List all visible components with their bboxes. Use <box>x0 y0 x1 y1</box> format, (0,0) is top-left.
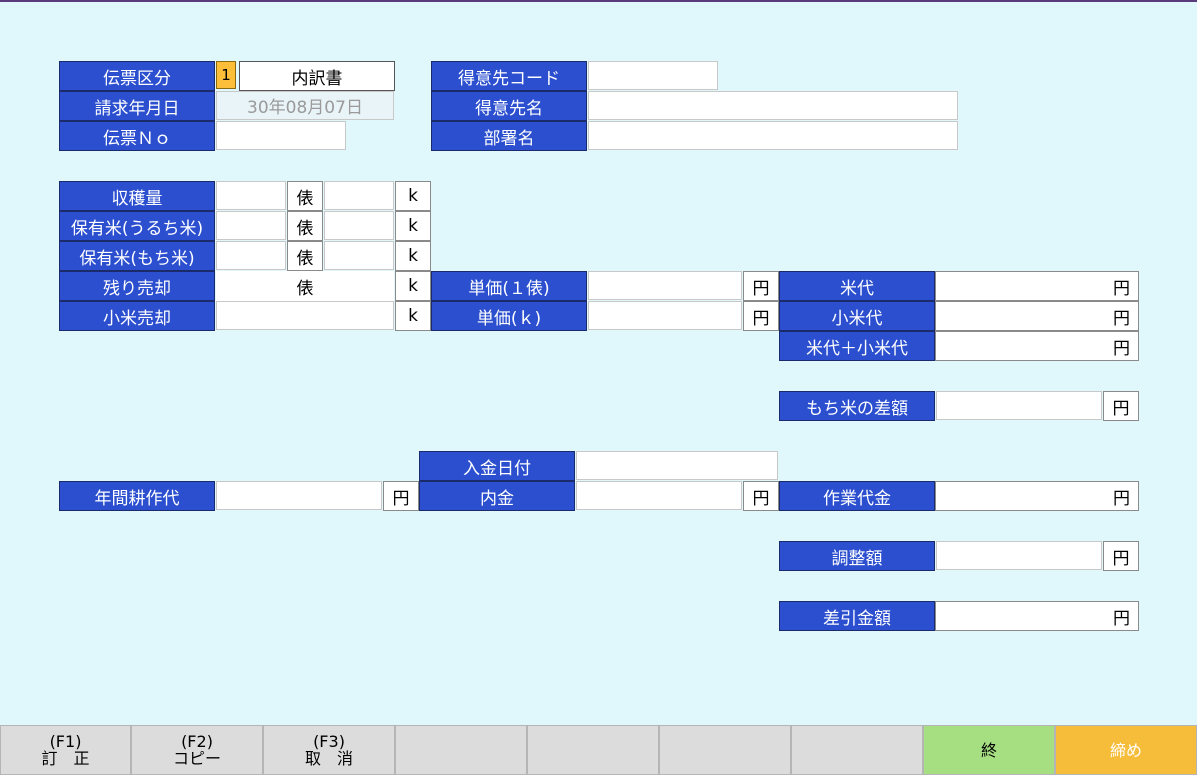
slip-no-label: 伝票Ｎｏ <box>59 121 215 151</box>
slip-type-code-input[interactable]: 1 <box>216 61 236 89</box>
advance-input[interactable] <box>576 481 742 510</box>
f3-key-label: (F3) <box>313 732 345 751</box>
advance-yen: 円 <box>743 481 779 511</box>
harvest-bag-input[interactable] <box>216 181 286 210</box>
small-rice-fee-value: 円 <box>935 301 1139 331</box>
close-button-label: 締め <box>1109 740 1142 760</box>
billing-date-label: 請求年月日 <box>59 91 215 121</box>
remaining-bag-unit: 俵 <box>216 271 394 301</box>
function-key-bar: (F1) 訂 正 (F2) コピー (F3) 取 消 終 締め <box>0 725 1197 775</box>
f4-empty-button[interactable] <box>395 725 527 775</box>
harvest-label: 収穫量 <box>59 181 215 211</box>
small-rice-fee-label: 小米代 <box>779 301 935 331</box>
unit-price-bag-label: 単価(１俵) <box>431 271 587 301</box>
remaining-sale-label: 残り売却 <box>59 271 215 301</box>
department-input[interactable] <box>588 121 958 150</box>
unit-price-k-yen: 円 <box>743 301 779 331</box>
small-rice-k-unit: k <box>395 301 431 331</box>
customer-name-input[interactable] <box>588 91 958 120</box>
f6-empty-button[interactable] <box>659 725 791 775</box>
f2-copy-button[interactable]: (F2) コピー <box>131 725 263 775</box>
harvest-bag-unit: 俵 <box>287 181 323 211</box>
uruchi-k-input[interactable] <box>324 211 394 240</box>
small-rice-sale-label: 小米売却 <box>59 301 215 331</box>
annual-farming-yen: 円 <box>383 481 419 511</box>
rice-plus-small-value: 円 <box>935 331 1139 361</box>
annual-farming-label: 年間耕作代 <box>59 481 215 511</box>
net-amount-value: 円 <box>935 601 1139 631</box>
rice-plus-small-label: 米代＋小米代 <box>779 331 935 361</box>
end-button[interactable]: 終 <box>923 725 1055 775</box>
harvest-k-unit: k <box>395 181 431 211</box>
billing-date-input[interactable]: 30年08月07日 <box>216 91 394 120</box>
f1-correct-button[interactable]: (F1) 訂 正 <box>0 725 131 775</box>
customer-name-label: 得意先名 <box>431 91 587 121</box>
rice-fee-label: 米代 <box>779 271 935 301</box>
annual-farming-input[interactable] <box>216 481 382 510</box>
end-button-label: 終 <box>980 740 997 760</box>
work-fee-value: 円 <box>935 481 1139 511</box>
f3-action-label: 取 消 <box>304 749 353 768</box>
f3-cancel-button[interactable]: (F3) 取 消 <box>263 725 395 775</box>
uruchi-rice-label: 保有米(うるち米) <box>59 211 215 241</box>
adjustment-yen: 円 <box>1103 541 1139 571</box>
mochi-diff-input[interactable] <box>936 391 1102 420</box>
f1-key-label: (F1) <box>49 732 82 751</box>
window-top-border <box>0 0 1197 2</box>
small-rice-sale-input[interactable] <box>216 301 394 330</box>
f2-key-label: (F2) <box>181 732 213 751</box>
deposit-date-input[interactable] <box>576 451 778 480</box>
slip-no-input[interactable] <box>216 121 346 150</box>
mochi-diff-label: もち米の差額 <box>779 391 935 421</box>
mochi-k-unit: k <box>395 241 431 271</box>
rice-fee-value: 円 <box>935 271 1139 301</box>
unit-price-k-label: 単価(ｋ) <box>431 301 587 331</box>
adjustment-label: 調整額 <box>779 541 935 571</box>
unit-price-bag-yen: 円 <box>743 271 779 301</box>
harvest-k-input[interactable] <box>324 181 394 210</box>
customer-code-label: 得意先コード <box>431 61 587 91</box>
adjustment-input[interactable] <box>936 541 1102 570</box>
unit-price-k-input[interactable] <box>588 301 742 330</box>
mochi-bag-unit: 俵 <box>287 241 323 271</box>
uruchi-k-unit: k <box>395 211 431 241</box>
mochi-bag-input[interactable] <box>216 241 286 270</box>
customer-code-input[interactable] <box>588 61 718 90</box>
deposit-date-label: 入金日付 <box>419 451 575 481</box>
mochi-diff-yen: 円 <box>1103 391 1139 421</box>
f5-empty-button[interactable] <box>527 725 659 775</box>
uruchi-bag-unit: 俵 <box>287 211 323 241</box>
unit-price-bag-input[interactable] <box>588 271 742 300</box>
mochi-rice-label: 保有米(もち米) <box>59 241 215 271</box>
net-amount-label: 差引金額 <box>779 601 935 631</box>
slip-type-value[interactable]: 内訳書 <box>239 61 395 91</box>
work-fee-label: 作業代金 <box>779 481 935 511</box>
mochi-k-input[interactable] <box>324 241 394 270</box>
f2-action-label: コピー <box>172 749 221 768</box>
f1-action-label: 訂 正 <box>41 749 90 768</box>
slip-type-label: 伝票区分 <box>59 61 215 91</box>
department-label: 部署名 <box>431 121 587 151</box>
uruchi-bag-input[interactable] <box>216 211 286 240</box>
advance-label: 内金 <box>419 481 575 511</box>
remaining-k-unit: k <box>395 271 431 301</box>
close-button[interactable]: 締め <box>1055 725 1197 775</box>
f7-empty-button[interactable] <box>791 725 923 775</box>
